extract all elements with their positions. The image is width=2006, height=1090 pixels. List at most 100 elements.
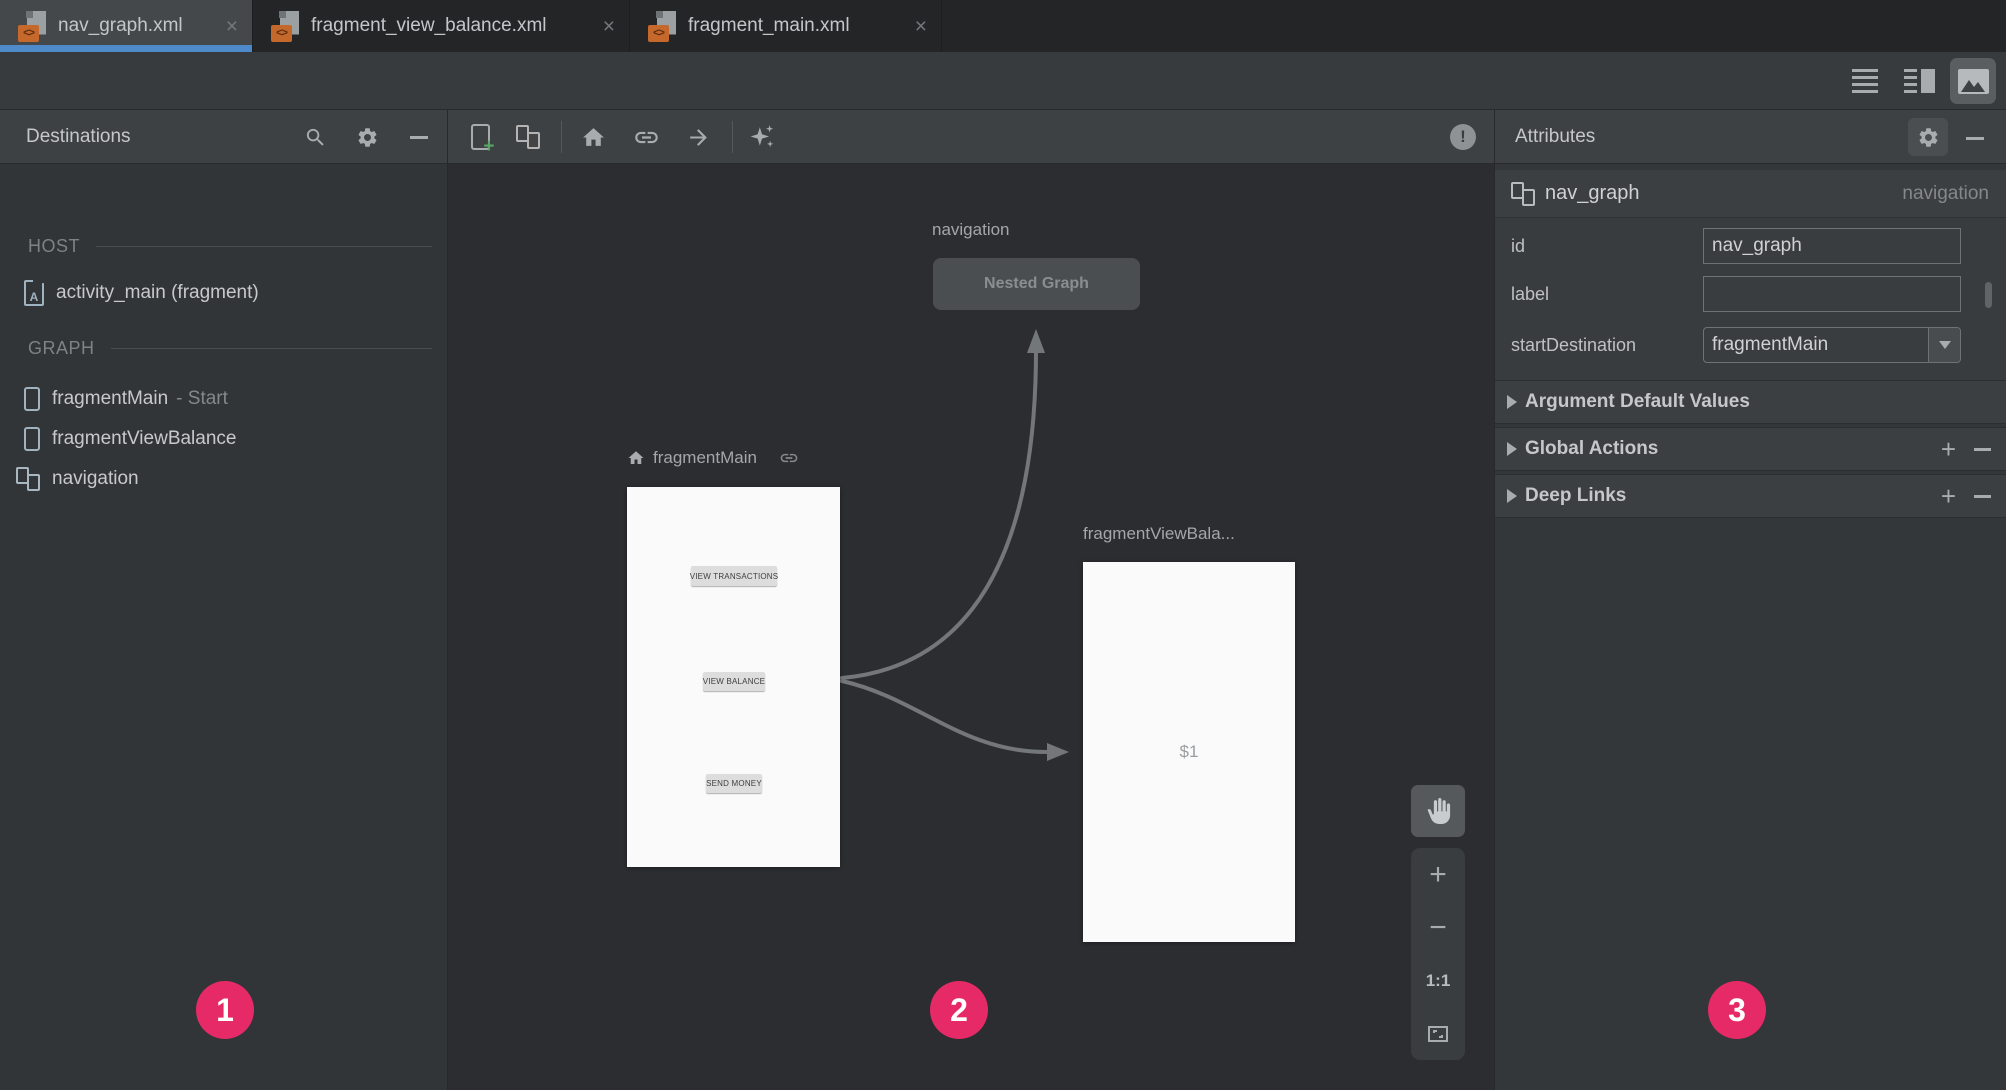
tab-label: fragment_main.xml bbox=[688, 15, 850, 36]
tab-fragment-view-balance[interactable]: <> fragment_view_balance.xml bbox=[253, 0, 630, 52]
nav-graph-canvas[interactable]: navigation Nested Graph fragmentMain VIE… bbox=[448, 164, 1494, 1090]
panel-scrollbar[interactable] bbox=[1985, 282, 1992, 308]
nested-graph-icon bbox=[1511, 181, 1535, 206]
attributes-header: Attributes bbox=[1495, 110, 2006, 164]
tab-label: fragment_view_balance.xml bbox=[311, 15, 547, 36]
tab-close-icon[interactable] bbox=[899, 16, 927, 37]
home-icon[interactable] bbox=[579, 123, 607, 151]
navigation-editor-window: <> nav_graph.xml <> fragment_view_balanc… bbox=[0, 0, 2006, 1090]
toolbar-divider bbox=[732, 121, 733, 153]
label-field-label: label bbox=[1511, 284, 1550, 304]
gear-icon[interactable] bbox=[355, 125, 379, 149]
tab-label: nav_graph.xml bbox=[58, 15, 183, 36]
xml-file-icon: <> bbox=[271, 10, 299, 42]
tab-nav-graph[interactable]: <> nav_graph.xml bbox=[0, 0, 253, 52]
nested-graph-icon bbox=[16, 467, 40, 491]
destination-item-navigation[interactable]: navigation bbox=[16, 464, 139, 494]
fragment-main-node-label: fragmentMain bbox=[653, 448, 757, 467]
destinations-panel: Destinations HOST A activity_main (fragm… bbox=[0, 110, 448, 1090]
nested-graph-node[interactable]: Nested Graph bbox=[933, 258, 1140, 310]
new-nested-graph-icon[interactable] bbox=[514, 123, 542, 151]
code-view-icon[interactable] bbox=[1842, 58, 1888, 104]
hide-icon[interactable] bbox=[1963, 126, 1987, 150]
preview-balance-text: $1 bbox=[1179, 742, 1199, 761]
expand-arrow-icon[interactable] bbox=[1507, 489, 1517, 503]
split-view-icon[interactable] bbox=[1896, 58, 1942, 104]
zoom-in-button[interactable] bbox=[1411, 848, 1465, 901]
hide-icon[interactable] bbox=[407, 125, 431, 149]
editor-tab-bar: <> nav_graph.xml <> fragment_view_balanc… bbox=[0, 0, 2006, 52]
activity-icon: A bbox=[24, 280, 44, 306]
error-icon[interactable]: ! bbox=[1450, 124, 1476, 150]
zoom-out-button[interactable] bbox=[1411, 901, 1465, 954]
action-to-fragment-view-balance[interactable] bbox=[840, 679, 1069, 761]
add-icon[interactable] bbox=[1941, 481, 1956, 512]
attributes-panel: Attributes nav_graph navigation id label… bbox=[1494, 110, 2006, 1090]
destinations-title: Destinations bbox=[26, 126, 131, 147]
design-view-icon[interactable] bbox=[1950, 58, 1996, 104]
selected-component-header: nav_graph navigation bbox=[1495, 170, 2006, 218]
view-mode-switcher bbox=[1842, 57, 1996, 105]
attributes-fields: id label startDestination fragmentMain bbox=[1495, 218, 2006, 380]
fragment-icon bbox=[24, 387, 40, 411]
tab-fragment-main[interactable]: <> fragment_main.xml bbox=[630, 0, 942, 52]
new-destination-icon[interactable]: + bbox=[466, 123, 495, 156]
chevron-down-icon[interactable] bbox=[1928, 328, 1960, 362]
design-surface: + ! navigation Nested Graph fragmentMain… bbox=[448, 110, 1494, 1090]
pan-hand-icon bbox=[1425, 798, 1451, 824]
toolbar-divider bbox=[561, 121, 562, 153]
section-global-actions[interactable]: Global Actions bbox=[1495, 427, 2006, 471]
expand-arrow-icon[interactable] bbox=[1507, 395, 1517, 409]
destinations-header: Destinations bbox=[0, 110, 447, 164]
attributes-title: Attributes bbox=[1515, 126, 1596, 147]
annotation-badge-1: 1 bbox=[196, 981, 254, 1039]
nested-graph-node-label: navigation bbox=[932, 220, 1010, 239]
start-destination-field-label: startDestination bbox=[1511, 335, 1637, 355]
fragment-view-balance-node-label: fragmentViewBala... bbox=[1083, 524, 1235, 543]
start-home-icon bbox=[627, 449, 645, 467]
graph-section-label: GRAPH bbox=[28, 338, 432, 359]
id-field-input[interactable] bbox=[1703, 228, 1961, 264]
zoom-actual-size-button[interactable]: 1:1 bbox=[1411, 954, 1465, 1007]
canvas-toolbar: + ! bbox=[448, 110, 1494, 164]
tab-close-icon[interactable] bbox=[210, 16, 238, 37]
link-icon bbox=[779, 448, 799, 468]
preview-button-view-transactions: VIEW TRANSACTIONS bbox=[690, 566, 778, 586]
destination-item-fragment-main[interactable]: fragmentMain - Start bbox=[24, 384, 228, 414]
label-field-input[interactable] bbox=[1703, 276, 1961, 312]
fragment-icon bbox=[24, 427, 40, 451]
remove-icon[interactable] bbox=[1974, 447, 1991, 451]
destination-item-fragment-view-balance[interactable]: fragmentViewBalance bbox=[24, 424, 236, 454]
xml-file-icon: <> bbox=[18, 10, 46, 42]
fragment-main-node-header: fragmentMain bbox=[627, 448, 799, 468]
id-field-label: id bbox=[1511, 236, 1526, 256]
host-section-label: HOST bbox=[28, 236, 432, 257]
preview-button-view-balance: VIEW BALANCE bbox=[703, 672, 765, 691]
preview-button-send-money: SEND MONEY bbox=[706, 774, 762, 793]
pan-hand-button[interactable] bbox=[1411, 785, 1465, 837]
action-to-nested-graph[interactable] bbox=[840, 329, 1045, 680]
destination-item-activity-main[interactable]: A activity_main (fragment) bbox=[24, 278, 259, 308]
fragment-main-node[interactable]: VIEW TRANSACTIONS VIEW BALANCE SEND MONE… bbox=[627, 487, 840, 867]
component-name: nav_graph bbox=[1545, 182, 1640, 204]
xml-file-icon: <> bbox=[648, 10, 676, 42]
remove-icon[interactable] bbox=[1974, 494, 1991, 498]
section-argument-default-values[interactable]: Argument Default Values bbox=[1495, 380, 2006, 424]
annotation-badge-3: 3 bbox=[1708, 981, 1766, 1039]
fragment-view-balance-node[interactable]: $1 bbox=[1083, 562, 1295, 942]
annotation-badge-2: 2 bbox=[930, 981, 988, 1039]
search-icon[interactable] bbox=[303, 125, 327, 149]
start-destination-dropdown[interactable]: fragmentMain bbox=[1703, 327, 1961, 363]
zoom-fit-icon[interactable] bbox=[1411, 1007, 1465, 1060]
sparkles-icon[interactable] bbox=[748, 123, 776, 151]
deep-link-icon[interactable] bbox=[632, 123, 660, 151]
action-arrow-icon[interactable] bbox=[684, 123, 712, 151]
gear-icon[interactable] bbox=[1908, 118, 1948, 156]
add-icon[interactable] bbox=[1941, 434, 1956, 465]
component-type: navigation bbox=[1902, 182, 1989, 204]
section-deep-links[interactable]: Deep Links bbox=[1495, 474, 2006, 518]
zoom-controls: 1:1 bbox=[1411, 848, 1465, 1060]
editor-toolbar-strip bbox=[0, 52, 2006, 110]
expand-arrow-icon[interactable] bbox=[1507, 442, 1517, 456]
tab-close-icon[interactable] bbox=[587, 16, 615, 37]
